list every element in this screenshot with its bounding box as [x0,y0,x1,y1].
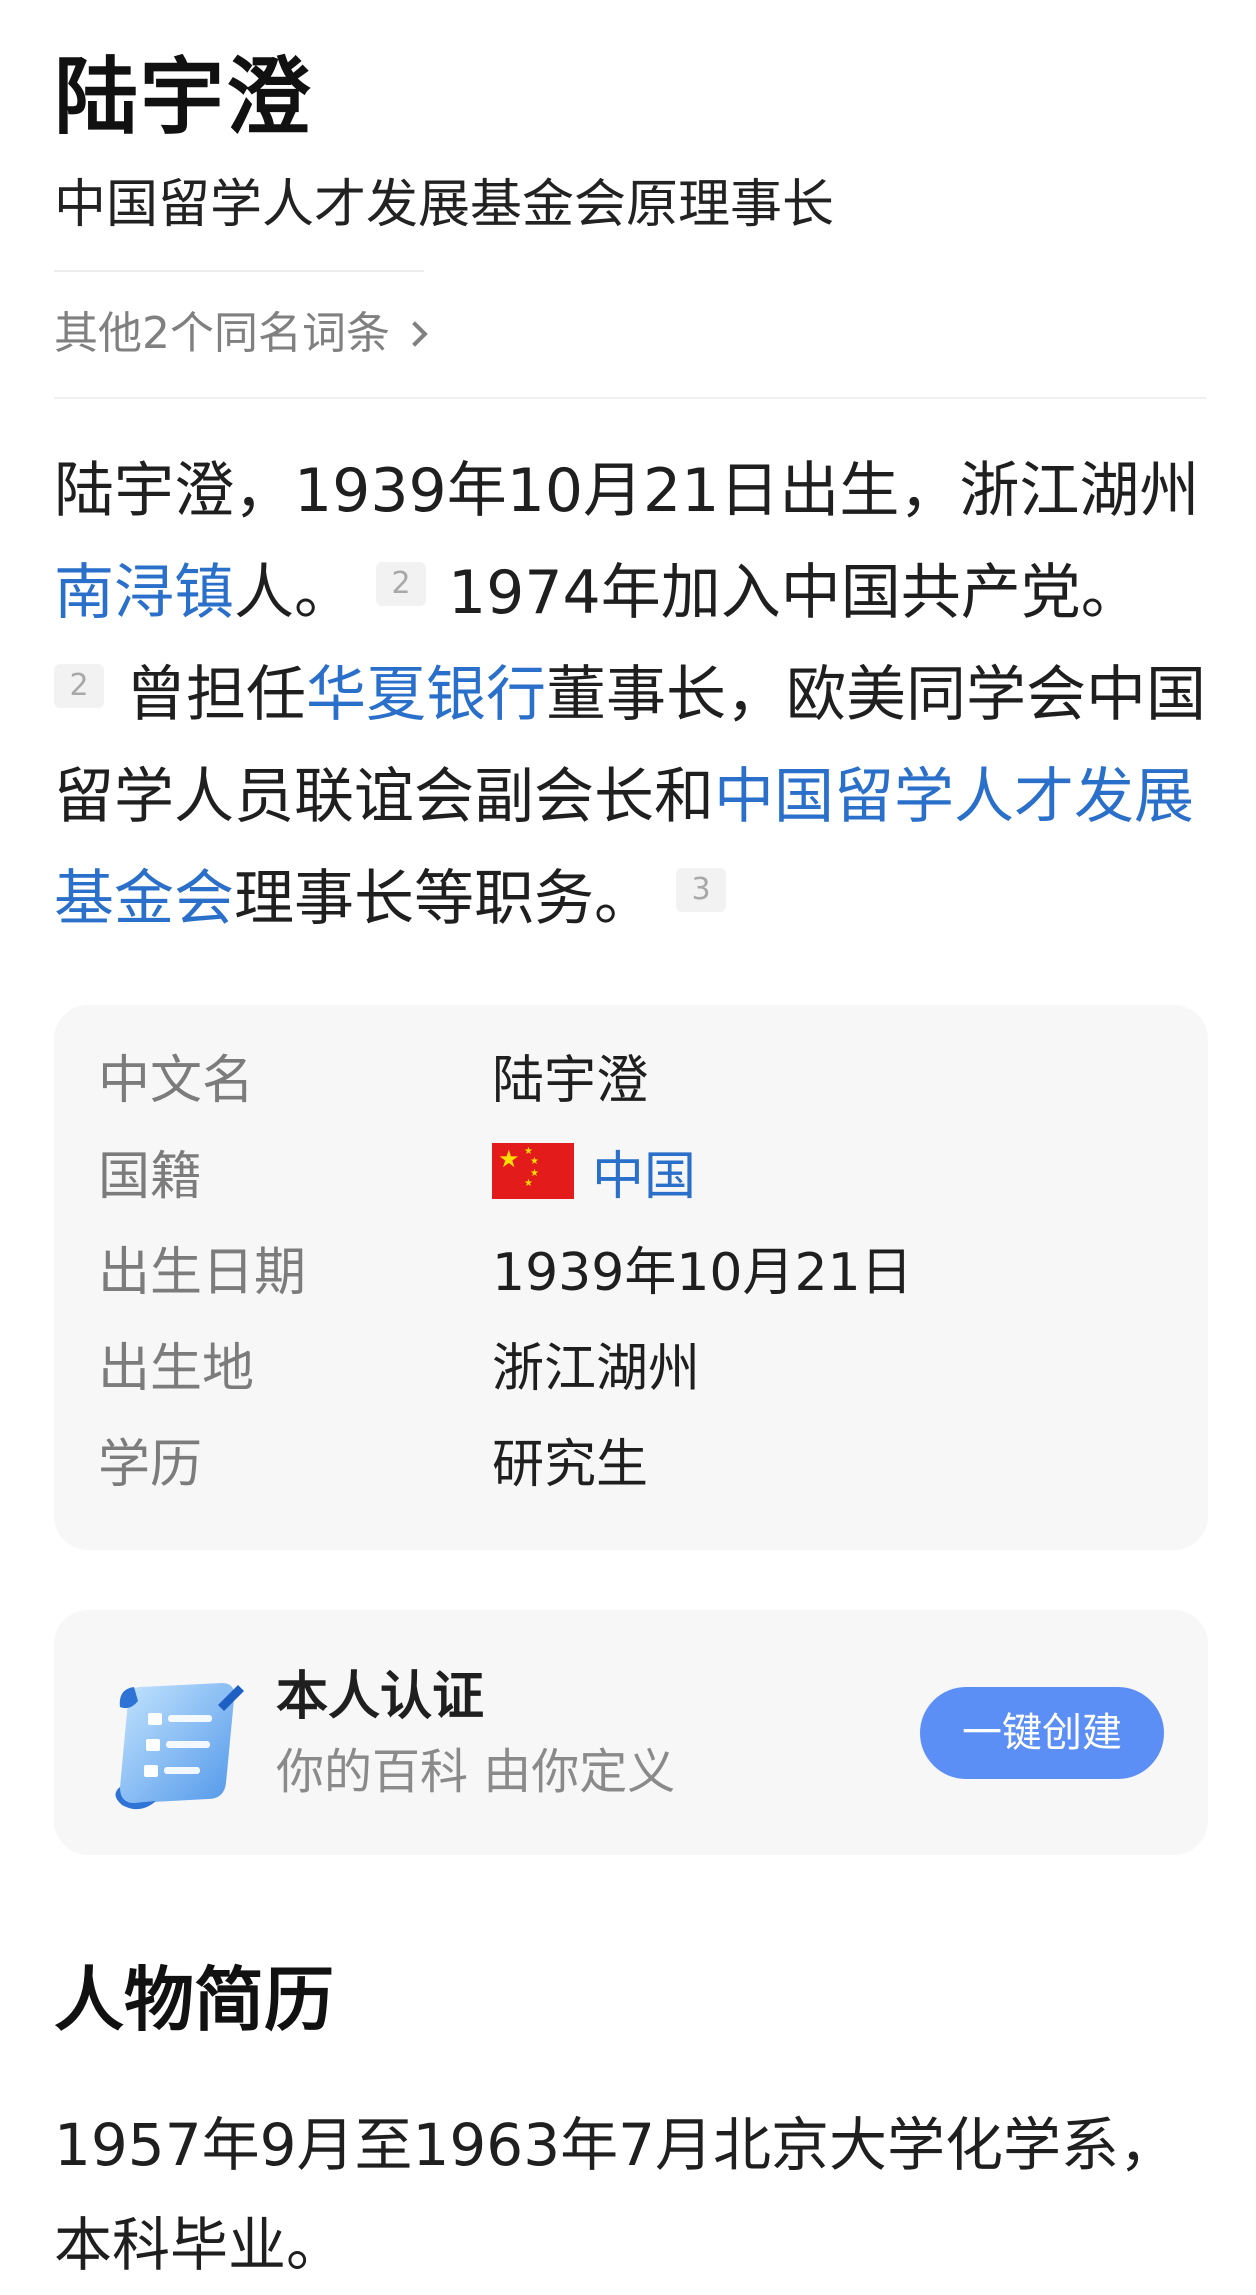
biography-text: 1957年9月至1963年7月北京大学化学系，本科毕业。 [54,2111,1178,2279]
info-key: 出生日期 [98,1242,307,1303]
nationality-link[interactable]: ★ ★ ★ ★ ★ 中国 [492,1134,696,1209]
summary-text: 1974年加入中国共产党。 [448,558,1141,628]
certification-subtitle: 你的百科 由你定义 [276,1744,676,1800]
nationality-value: 中国 [592,1146,697,1207]
summary-text: 陆宇澄，1939年10月21日出生，浙江湖州 [54,456,1200,526]
encyclopedia-entry-page: 陆宇澄 中国留学人才发展基金会原理事长 其他2个同名词条 陆宇澄，1939年10… [0,0,1256,2285]
info-key: 学历 [98,1434,203,1495]
info-value: 1939年10月21日 [492,1242,913,1303]
info-row-birthplace: 出生地 浙江湖州 [98,1315,700,1411]
title-divider [54,270,424,272]
summary-text: 曾担任 [126,660,306,730]
reference-marker[interactable]: 2 [54,664,104,708]
entry-summary: 陆宇澄，1939年10月21日出生，浙江湖州 南浔镇人。 2 1974年加入中国共产… [54,440,1214,950]
create-now-button[interactable]: 一键创建 [920,1687,1164,1779]
reference-marker[interactable]: 2 [376,562,426,606]
basic-info-box: 中文名 陆宇澄 国籍 ★ ★ ★ ★ ★ 中国 出生日期 1939年10月21日… [54,1005,1208,1550]
link-nanxun-town[interactable]: 南浔镇 [54,558,234,628]
certification-title: 本人认证 [276,1667,485,1727]
info-row-nationality: 国籍 ★ ★ ★ ★ ★ 中国 [98,1123,696,1219]
info-row-birth-date: 出生日期 1939年10月21日 [98,1219,913,1315]
link-huaxia-bank[interactable]: 华夏银行 [306,660,546,730]
info-value: 浙江湖州 [492,1338,701,1399]
info-key: 中文名 [98,1050,255,1111]
certificate-scroll-icon [115,1683,244,1810]
self-certification-card: 本人认证 你的百科 由你定义 一键创建 [54,1610,1208,1855]
chevron-right-icon [402,321,428,347]
namesake-entries-link[interactable]: 其他2个同名词条 [54,302,428,366]
info-value: 陆宇澄 [492,1050,649,1111]
summary-text: 理事长等职务。 [234,864,654,934]
reference-marker[interactable]: 3 [676,868,726,912]
info-key: 国籍 [98,1146,203,1207]
biography-heading: 人物简历 [54,1959,334,2041]
info-key: 出生地 [98,1338,255,1399]
section-divider [54,397,1206,399]
info-value: 研究生 [492,1434,649,1495]
china-flag-icon: ★ ★ ★ ★ ★ [492,1143,574,1199]
namesake-entries-label: 其他2个同名词条 [54,308,390,359]
summary-text: 人。 [234,558,354,628]
entry-title: 陆宇澄 [54,48,313,146]
info-row-chinese-name: 中文名 陆宇澄 [98,1027,648,1123]
info-row-education: 学历 研究生 [98,1411,648,1507]
entry-subtitle: 中国留学人才发展基金会原理事长 [54,175,835,235]
